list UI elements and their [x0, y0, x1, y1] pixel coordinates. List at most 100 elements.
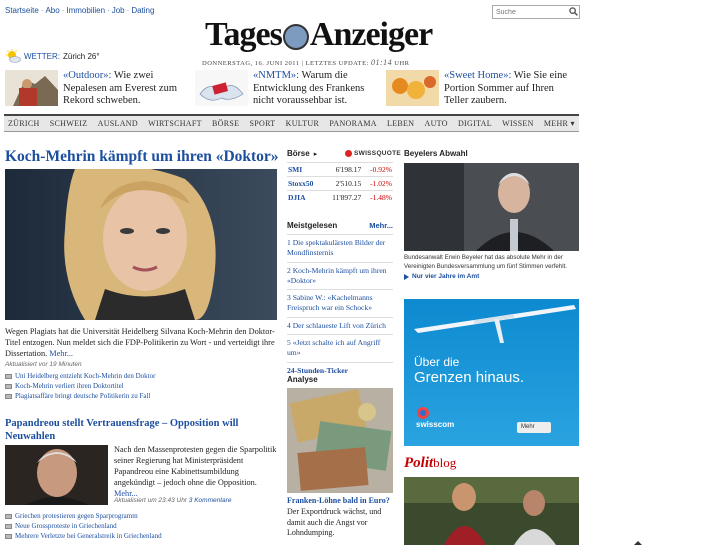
nav-kultur[interactable]: KULTUR: [286, 119, 320, 128]
nav-ausland[interactable]: AUSLAND: [98, 119, 138, 128]
nav-sport[interactable]: SPORT: [250, 119, 276, 128]
weather-value: Zürich 26°: [63, 51, 100, 61]
weather-widget[interactable]: WETTER: Zürich 26°: [5, 49, 100, 63]
solar-plane-illustration: [414, 305, 576, 343]
comments-link[interactable]: 3 Kommentare: [189, 497, 232, 504]
second-timestamp: Aktualisiert um 23:43 Uhr 3 Kommentare: [114, 497, 231, 504]
second-photo[interactable]: [5, 445, 108, 505]
meistgelesen-title: Meistgelesen: [287, 221, 338, 230]
stock-change: -1.02%: [362, 176, 393, 191]
toplink-immobilien[interactable]: Immobilien: [66, 6, 105, 15]
nav-mehr-label: MEHR: [543, 119, 569, 128]
separator: ·: [126, 6, 130, 15]
ad-line-1: Über die: [414, 355, 460, 369]
boerse-title: Börse: [287, 149, 310, 158]
related-link[interactable]: Plagiatsaffäre bringt deutsche Politiker…: [5, 392, 150, 400]
list-item[interactable]: 4 Der schlaueste Lift von Zürich: [287, 316, 393, 334]
stock-name: SMI: [287, 162, 323, 177]
nav-schweiz[interactable]: SCHWEIZ: [50, 119, 88, 128]
teaser-kicker: «Outdoor»:: [63, 70, 112, 81]
meistgelesen-header: Meistgelesen Mehr...: [287, 221, 393, 230]
dateline: Donnerstag, 16. Juni 2011 | Letztes Upda…: [202, 58, 410, 67]
arrow-right-icon: [404, 273, 409, 280]
teaser-text: «Outdoor»: Wie zwei Nepalesen am Everest…: [63, 70, 190, 108]
related-link-label: Neue Grossproteste in Griechenland: [15, 522, 117, 530]
main-nav: ZÜRICH SCHWEIZ AUSLAND WIRTSCHAFT BÖRSE …: [4, 114, 579, 132]
ad-line-2: Grenzen hinaus.: [414, 369, 525, 386]
meistgelesen-list: 1 Die spektakulärsten Bilder der Mondfin…: [287, 234, 393, 379]
politblog-logo[interactable]: Politblog: [404, 455, 456, 472]
beyeler-photo[interactable]: [404, 163, 579, 251]
nav-leben[interactable]: LEBEN: [387, 119, 414, 128]
beyeler-link-label: Nur vier Jahre im Amt: [412, 273, 480, 280]
lead-more-link[interactable]: Mehr...: [49, 349, 73, 358]
nav-wirtschaft[interactable]: WIRTSCHAFT: [148, 119, 202, 128]
beyeler-caption: Bundesanwalt Erwin Beyeler hat das absol…: [404, 254, 568, 270]
analyse-headline[interactable]: Franken-Löhne bald in Euro?: [287, 496, 390, 505]
table-row[interactable]: DJIA 11'897.27 -1.48%: [287, 190, 393, 205]
search-input[interactable]: [492, 5, 580, 19]
lead-summary-text: Wegen Plagiats hat die Universität Heide…: [5, 327, 275, 358]
stock-name: DJIA: [287, 190, 323, 205]
toplink-dating[interactable]: Dating: [131, 6, 154, 15]
lead-headline[interactable]: Koch-Mehrin kämpft um ihren «Doktor»: [5, 148, 279, 166]
teaser-nmtm[interactable]: «NMTM»: Warum die Entwicklung des Franke…: [195, 70, 380, 108]
chevron-right-icon: ▸: [313, 149, 318, 158]
swissquote-label: SWISSQUOTE: [354, 150, 402, 157]
teaser-image-outdoor: [5, 70, 58, 106]
toplink-startseite[interactable]: Startseite: [5, 6, 39, 15]
ad-more-button[interactable]: Mehr: [517, 422, 551, 433]
related-link[interactable]: Uni Heidelberg entzieht Koch-Mehrin den …: [5, 372, 155, 380]
related-link[interactable]: Koch-Mehrin verliert ihren Doktortitel: [5, 382, 124, 390]
site-logo[interactable]: Tages Anzeiger: [205, 14, 433, 56]
teaser-text: «NMTM»: Warum die Entwicklung des Franke…: [253, 70, 380, 108]
beyeler-title: Beyelers Abwahl: [404, 149, 468, 158]
teaser-outdoor[interactable]: «Outdoor»: Wie zwei Nepalesen am Everest…: [5, 70, 190, 108]
second-summary-text: Nach den Massenprotesten gegen die Sparp…: [114, 445, 277, 487]
related-link[interactable]: Mehrere Verletzte bei Generalstreik in G…: [5, 532, 162, 540]
stock-value: 11'897.27: [322, 190, 363, 205]
beyeler-link[interactable]: Nur vier Jahre im Amt: [404, 273, 479, 280]
teaser-sweet-home[interactable]: «Sweet Home»: Wie Sie eine Portion Somme…: [386, 70, 571, 108]
sun-cloud-icon: [6, 49, 21, 63]
second-headline[interactable]: Papandreou stellt Vertrauensfrage – Oppo…: [5, 418, 277, 443]
list-item[interactable]: 5 «Jetzt schalte ich auf Angriff um»: [287, 334, 393, 362]
nav-digital[interactable]: DIGITAL: [458, 119, 492, 128]
teaser-image-sweet-home: [386, 70, 439, 106]
related-link[interactable]: Griechen protestieren gegen Sparprogramm: [5, 512, 138, 520]
separator: ·: [40, 6, 44, 15]
swisscom-ad[interactable]: Über die Grenzen hinaus. swisscom Mehr: [404, 299, 579, 446]
update-label: Letztes Update:: [305, 60, 369, 67]
nav-wissen[interactable]: WISSEN: [502, 119, 534, 128]
related-link[interactable]: Neue Grossproteste in Griechenland: [5, 522, 117, 530]
second-updated: Aktualisiert um 23:43 Uhr: [114, 497, 187, 504]
toplink-job[interactable]: Job: [112, 6, 125, 15]
teaser-kicker: «NMTM»:: [253, 70, 300, 81]
folder-icon: [5, 393, 12, 399]
nav-auto[interactable]: AUTO: [425, 119, 448, 128]
table-row[interactable]: SMI 6'198.17 -0.92%: [287, 162, 393, 177]
nav-zuerich[interactable]: ZÜRICH: [8, 119, 40, 128]
lead-photo[interactable]: [5, 169, 277, 320]
boerse-header[interactable]: Börse ▸: [287, 149, 317, 158]
folder-icon: [5, 533, 12, 539]
list-item[interactable]: 2 Koch-Mehrin kämpft um ihren «Doktor»: [287, 261, 393, 290]
meistgelesen-more-link[interactable]: Mehr...: [369, 221, 393, 230]
list-item[interactable]: 1 Die spektakulärsten Bilder der Mondfin…: [287, 234, 393, 262]
analyse-photo[interactable]: [287, 388, 393, 493]
logo-text-left: Tages: [205, 16, 283, 53]
stock-change: -0.92%: [362, 162, 393, 177]
folder-icon: [5, 523, 12, 529]
nav-mehr[interactable]: MEHR ▾: [544, 119, 575, 128]
scroll-arrow-icon[interactable]: [634, 541, 642, 545]
table-row[interactable]: Stoxx50 2'510.15 -1.02%: [287, 176, 393, 191]
list-item[interactable]: 3 Sabine W.: «Kachelmanns Freispruch war…: [287, 289, 393, 317]
search-icon[interactable]: [569, 7, 578, 16]
nav-boerse[interactable]: BÖRSE: [212, 119, 239, 128]
politblog-photo[interactable]: [404, 477, 579, 545]
update-unit: Uhr: [394, 60, 410, 67]
swissquote-logo[interactable]: SWISSQUOTE: [345, 150, 401, 157]
toplink-abo[interactable]: Abo: [45, 6, 59, 15]
stock-value: 2'510.15: [322, 176, 363, 191]
nav-panorama[interactable]: PANORAMA: [329, 119, 376, 128]
